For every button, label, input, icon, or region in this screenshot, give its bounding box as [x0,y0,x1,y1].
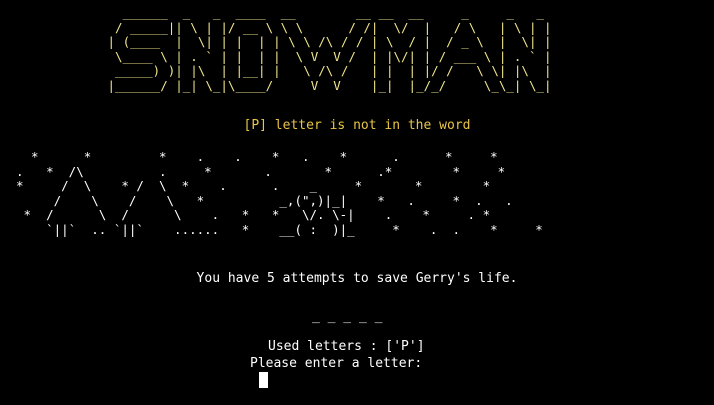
attempts-message: You have 5 attempts to save Gerry's life… [196,271,518,286]
ascii-snow-scene: * * * . . * . * . * * . * /\ . * . * .* … [16,149,543,237]
letter-input-prompt: Please enter a letter: [250,356,423,371]
snowman-ascii-logo: ______ _ _ ____ __ __ __ __ _ _ _ / ____… [107,5,552,93]
status-message: [P] letter is not in the word [243,118,471,133]
used-letters-label: Used letters : ['P'] [268,339,425,354]
input-cursor[interactable] [259,372,268,388]
terminal-window: ______ _ _ ____ __ __ __ __ _ _ _ / ____… [0,0,714,405]
hidden-word-display: _ _ _ _ _ [312,309,383,324]
